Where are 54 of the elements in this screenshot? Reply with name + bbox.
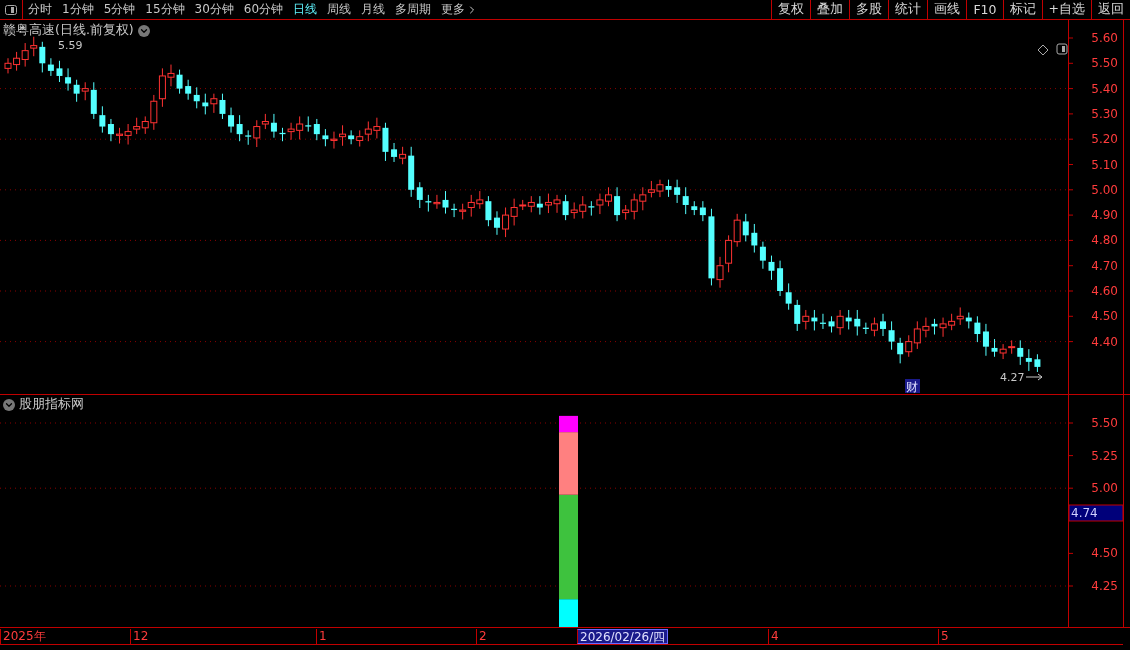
date-label: 12	[130, 629, 151, 644]
candlestick	[56, 60, 63, 83]
period-tab[interactable]: 日线	[288, 0, 323, 19]
axis-label: 4.50	[1091, 309, 1118, 324]
period-tab[interactable]: 周线	[322, 0, 357, 19]
period-tab[interactable]: 月线	[356, 0, 391, 19]
chart-title: 赣粤高速(日线.前复权)	[3, 22, 134, 39]
axis-label: 5.30	[1091, 106, 1118, 121]
candlestick	[768, 255, 775, 281]
axis-label: 4.90	[1091, 208, 1118, 223]
indicator-title: 股朋指标网	[19, 396, 84, 413]
period-tab[interactable]: 15分钟	[140, 0, 190, 19]
axis-label: 5.00	[1091, 182, 1118, 197]
axis-label: 5.60	[1091, 31, 1118, 45]
date-label: 2	[476, 629, 489, 644]
dropdown-icon[interactable]	[137, 24, 150, 37]
axis-label: 4.25	[1091, 579, 1118, 593]
date-label: 2025年	[0, 629, 48, 644]
date-label: 2026/02/26/四	[577, 629, 669, 644]
high-price-label: 5.59	[58, 39, 83, 52]
panel-toggle-icon[interactable]	[5, 4, 17, 15]
panel-toggle-icon[interactable]	[1056, 43, 1068, 55]
finance-badge: 财	[905, 379, 920, 394]
period-tab[interactable]: 5分钟	[98, 0, 141, 19]
date-label: 4	[768, 629, 781, 644]
axis-label: 5.25	[1091, 448, 1118, 463]
arrow-icon	[1025, 373, 1043, 381]
date-label: 5	[938, 629, 951, 644]
candlestick	[880, 313, 886, 337]
period-tab[interactable]: 分时	[23, 0, 57, 19]
price-marker: 4.74	[1068, 504, 1123, 522]
dropdown-icon[interactable]	[3, 398, 15, 411]
period-tab[interactable]: 更多	[436, 0, 484, 19]
axis-label: 4.80	[1091, 233, 1118, 248]
axis-label: 4.50	[1091, 546, 1118, 561]
axis-label: 4.40	[1091, 334, 1118, 349]
low-price-label: 4.27	[1000, 371, 1025, 384]
diamond-icon[interactable]	[1037, 44, 1049, 56]
period-tab[interactable]: 30分钟	[189, 0, 239, 19]
axis-label: 5.20	[1091, 132, 1118, 147]
candlestick	[1034, 353, 1041, 373]
candlestick	[494, 210, 500, 236]
period-tab[interactable]: 1分钟	[57, 0, 99, 19]
axis-label: 5.50	[1091, 416, 1118, 430]
date-label: 1	[316, 629, 329, 644]
axis-label: 4.70	[1091, 258, 1118, 273]
axis-label: 5.50	[1091, 56, 1118, 71]
candlestick	[888, 320, 895, 351]
period-tab[interactable]: 多周期	[390, 0, 437, 19]
period-tab[interactable]: 60分钟	[238, 0, 289, 19]
axis-label: 4.60	[1091, 284, 1118, 298]
axis-label: 5.00	[1091, 481, 1118, 496]
axis-label: 5.40	[1091, 81, 1118, 96]
axis-label: 5.10	[1091, 157, 1118, 172]
